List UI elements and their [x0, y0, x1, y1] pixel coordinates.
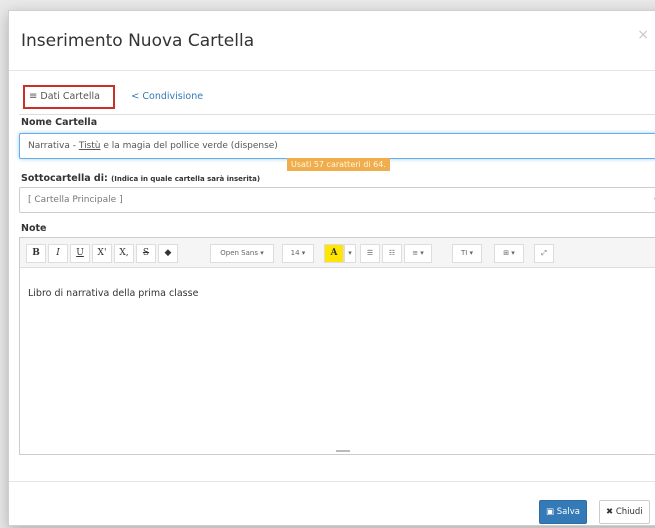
underline-button[interactable]: U	[70, 244, 90, 263]
value-suffix: e la magia del pollice verde (dispense)	[100, 141, 278, 151]
value-prefix: Narrativa -	[28, 141, 79, 151]
nome-cartella-input[interactable]: Narrativa - Tistù e la magia del pollice…	[19, 133, 655, 159]
align-dropdown[interactable]: ≡ ▾	[404, 244, 432, 263]
font-size-dropdown[interactable]: 14 ▾	[282, 244, 314, 263]
sottocartella-select[interactable]: [ Cartella Principale ] ▾	[19, 187, 655, 213]
close-label: Chiudi	[615, 507, 643, 517]
resize-handle[interactable]	[336, 450, 350, 452]
modal-header: Inserimento Nuova Cartella ×	[9, 11, 655, 71]
list-icon: ≡	[29, 91, 38, 102]
modal-title: Inserimento Nuova Cartella	[21, 31, 255, 51]
bold-button[interactable]: B	[26, 244, 46, 263]
tab-label: Dati Cartella	[40, 91, 100, 102]
save-icon: ▣	[546, 507, 555, 517]
save-button[interactable]: ▣ Salva	[539, 500, 587, 524]
eraser-icon[interactable]: ◆	[158, 244, 178, 263]
nome-cartella-label: Nome Cartella	[21, 117, 98, 128]
table-dropdown[interactable]: ⊞ ▾	[494, 244, 524, 263]
unordered-list-icon[interactable]: ☰	[360, 244, 380, 263]
modal-dialog: Inserimento Nuova Cartella × ≡ Dati Cart…	[8, 10, 655, 526]
sottocartella-label-text: Sottocartella di:	[21, 173, 108, 184]
close-icon: ✖	[606, 507, 614, 517]
text-color-button[interactable]: A	[324, 244, 344, 263]
tab-dati-cartella[interactable]: ≡ Dati Cartella	[23, 85, 115, 109]
editor-toolbar: B I U X' X, S ◆ Open Sans ▾ 14 ▾ A ▾ ☰ ☷…	[20, 238, 655, 268]
line-height-dropdown[interactable]: TI ▾	[452, 244, 482, 263]
italic-button[interactable]: I	[48, 244, 68, 263]
fullscreen-icon[interactable]: ⤢	[534, 244, 554, 263]
tab-bar: ≡ Dati Cartella < Condivisione	[19, 77, 655, 115]
ordered-list-icon[interactable]: ☷	[382, 244, 402, 263]
sottocartella-label: Sottocartella di: (Indica in quale carte…	[21, 173, 260, 184]
selected-value: [ Cartella Principale ]	[28, 195, 123, 205]
share-icon: <	[131, 91, 140, 102]
value-underlined: Tistù	[78, 141, 101, 151]
rich-text-editor: B I U X' X, S ◆ Open Sans ▾ 14 ▾ A ▾ ☰ ☷…	[19, 237, 655, 455]
editor-content[interactable]: Libro di narrativa della prima classe	[28, 288, 198, 299]
character-counter-badge: Usati 57 caratteri di 64.	[287, 158, 390, 171]
strikethrough-button[interactable]: S	[136, 244, 156, 263]
sottocartella-hint: (Indica in quale cartella sarà inserita)	[111, 175, 261, 183]
tab-condivisione[interactable]: < Condivisione	[127, 85, 207, 109]
save-label: Salva	[556, 507, 580, 517]
font-family-dropdown[interactable]: Open Sans ▾	[210, 244, 274, 263]
superscript-button[interactable]: X'	[92, 244, 112, 263]
note-label: Note	[21, 223, 47, 234]
chevron-down-icon[interactable]: ▾	[344, 244, 356, 263]
close-icon[interactable]: ×	[637, 27, 649, 43]
modal-footer: ▣ Salva ✖ Chiudi	[9, 481, 655, 527]
subscript-button[interactable]: X,	[114, 244, 134, 263]
tab-label: Condivisione	[142, 91, 204, 102]
close-button[interactable]: ✖ Chiudi	[599, 500, 650, 524]
